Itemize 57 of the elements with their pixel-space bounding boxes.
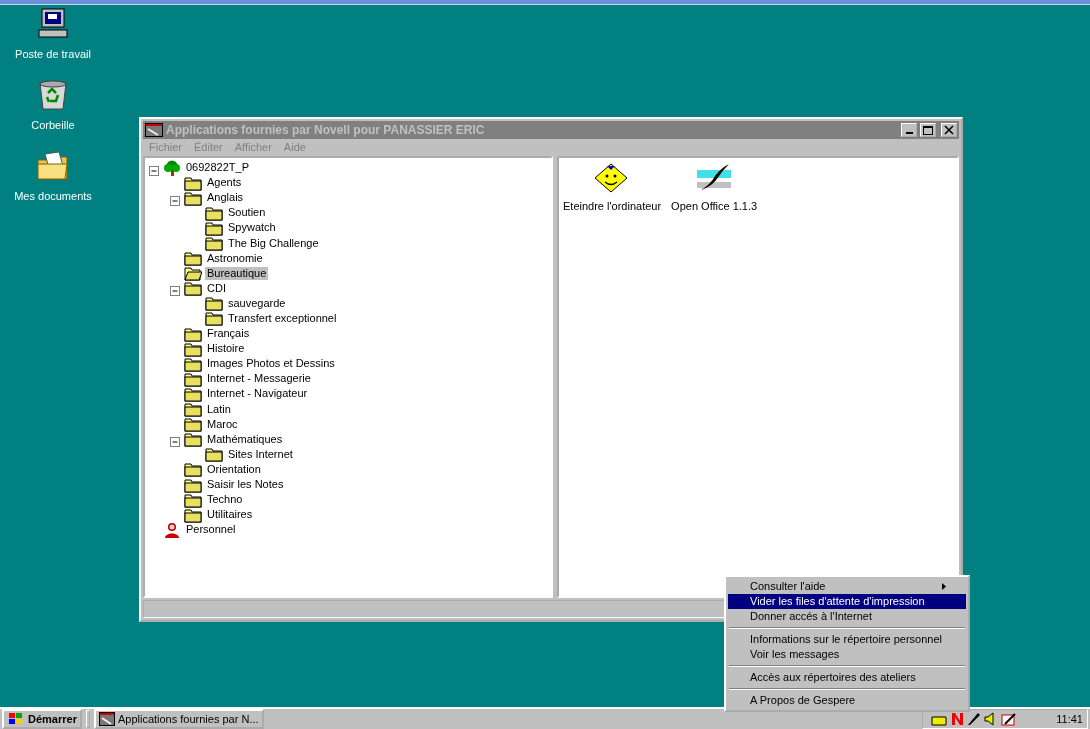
minimize-icon xyxy=(905,132,913,134)
windows-logo-icon xyxy=(7,712,25,726)
tree-item[interactable]: Français xyxy=(205,327,252,341)
close-icon xyxy=(944,125,954,135)
tree-item[interactable]: 0692822T_P xyxy=(184,161,251,175)
folder-documents-icon xyxy=(36,150,70,182)
tree-item[interactable]: Images Photos et Dessins xyxy=(205,357,337,371)
tree-item[interactable]: Bureautique xyxy=(205,266,269,280)
open-folder-icon xyxy=(184,265,202,282)
computer-icon xyxy=(36,8,70,40)
minimize-button[interactable] xyxy=(901,123,917,137)
tree-item[interactable]: Histoire xyxy=(205,342,247,356)
tree-item[interactable]: Personnel xyxy=(184,523,238,537)
menu-item[interactable]: Donner accés à l'Internet xyxy=(728,609,966,624)
tree-item[interactable]: The Big Challenge xyxy=(226,236,321,250)
menu-item[interactable]: Accès aux répertoires des ateliers xyxy=(728,670,966,685)
window-title: Applications fournies par Novell pour PANASSIER ERIC xyxy=(166,122,486,139)
tree-item[interactable]: Agents xyxy=(205,176,244,190)
maximize-button[interactable] xyxy=(920,123,936,137)
tree-item[interactable]: Techno xyxy=(205,493,245,507)
tree-item[interactable]: sauvegarde xyxy=(226,296,288,310)
menu-item[interactable]: Consulter l'aide xyxy=(728,579,966,594)
pen-icon xyxy=(967,712,981,726)
clock: 11:41 xyxy=(1056,711,1083,727)
app-label[interactable]: Open Office 1.1.3 xyxy=(671,198,758,215)
taskbar-button[interactable]: Applications fournies par N... xyxy=(93,709,264,729)
tree-item[interactable]: Maroc xyxy=(205,417,240,431)
person-icon xyxy=(163,521,181,538)
tree-item[interactable]: Utilitaires xyxy=(205,508,255,522)
tree-item[interactable]: Astronomie xyxy=(205,251,265,265)
tree-icon xyxy=(163,159,181,176)
close-button[interactable] xyxy=(941,123,957,137)
tree-item[interactable]: Internet - Messagerie xyxy=(205,372,313,386)
desktop-icon-label[interactable]: Corbeille xyxy=(31,117,75,134)
desktop-icon-label[interactable]: Mes documents xyxy=(14,188,92,205)
tree-item[interactable]: Latin xyxy=(205,402,233,416)
tree-item[interactable]: Sites Internet xyxy=(226,447,295,461)
submenu-arrow-icon xyxy=(942,583,946,590)
tree-item[interactable]: Mathématiques xyxy=(205,432,285,446)
tree-item[interactable]: Soutien xyxy=(226,206,268,220)
tree-item[interactable]: Anglais xyxy=(205,191,246,205)
tree-item[interactable]: Saisir les Notes xyxy=(205,478,286,491)
tree-item[interactable]: Transfert exceptionnel xyxy=(226,312,339,325)
start-button[interactable]: Démarrer xyxy=(2,709,82,729)
app-icon xyxy=(98,712,115,726)
tree-item[interactable]: CDI xyxy=(205,281,228,295)
tree-item[interactable]: Internet - Navigateur xyxy=(205,387,310,401)
app-label[interactable]: Eteindre l'ordinateur xyxy=(563,198,662,215)
desktop-icon-label[interactable]: Poste de travail xyxy=(15,46,91,63)
maximize-icon xyxy=(923,125,933,135)
menu-item[interactable]: Voir les messages xyxy=(728,647,966,662)
menu-item[interactable]: Informations sur le répertoire personnel xyxy=(728,632,966,647)
tree-item[interactable]: Orientation xyxy=(205,462,263,476)
menu-item[interactable]: Vider les files d'attente d'impression xyxy=(728,594,966,609)
recycle-bin-icon xyxy=(36,79,70,111)
tree-item[interactable]: Spywatch xyxy=(226,221,278,235)
menu-item[interactable]: A Propos de Gespere xyxy=(728,693,966,708)
